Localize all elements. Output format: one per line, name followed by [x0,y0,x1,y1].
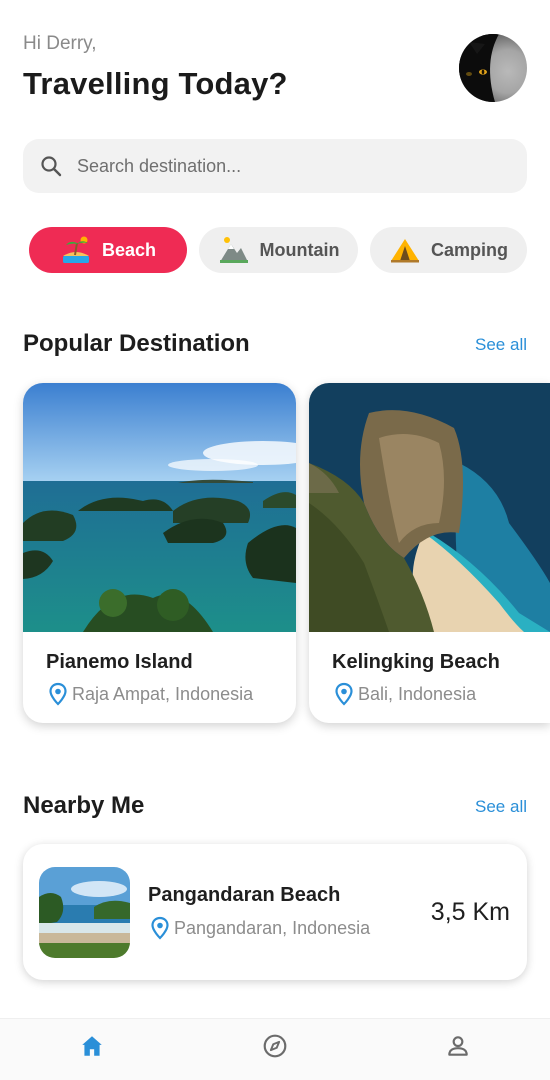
destination-name: Kelingking Beach [332,651,500,673]
destination-location-text: Bali, Indonesia [358,683,477,704]
nearby-see-all-link[interactable]: See all [475,797,527,817]
category-chip-beach[interactable]: Beach [29,227,187,273]
nearby-name: Pangandaran Beach [148,884,341,906]
search-bar[interactable] [23,139,527,193]
home-screen: Hi Derry, Travelling Today? Search desti… [0,0,550,1080]
nearby-location-text: Pangandaran, Indonesia [174,917,371,938]
destination-name: Pianemo Island [46,651,193,673]
category-chip-mountain[interactable]: Mountain [199,227,358,273]
nearby-distance: 3,5 Km [430,898,510,926]
popular-see-all-link[interactable]: See all [475,335,527,355]
category-label: Mountain [259,239,340,260]
destination-image [309,383,550,632]
avatar[interactable] [459,34,527,102]
mountain-icon [218,234,250,266]
category-chip-camping[interactable]: Camping [370,227,527,273]
nearby-card[interactable]: Pangandaran Beach Pangandaran, Indonesia… [23,844,527,980]
location-pin-icon [334,682,354,706]
destination-location: Bali, Indonesia [334,682,476,706]
destination-image [23,383,296,632]
compass-icon [263,1034,287,1058]
location-pin-icon [150,916,170,940]
nav-profile[interactable] [443,1031,473,1061]
nav-explore[interactable] [260,1031,290,1061]
beach-icon [60,234,92,266]
destination-location-text: Raja Ampat, Indonesia [72,683,254,704]
search-input[interactable] [77,155,477,177]
page-title: Travelling Today? [23,66,288,101]
destination-card[interactable]: Kelingking Beach Bali, Indonesia [309,383,550,723]
bottom-navigation [0,1018,550,1080]
greeting-text: Hi Derry, [23,33,97,54]
location-pin-icon [48,682,68,706]
tent-icon [389,234,421,266]
destination-card[interactable]: Pianemo Island Raja Ampat, Indonesia [23,383,296,723]
nav-home[interactable] [77,1031,107,1061]
destination-location: Raja Ampat, Indonesia [48,682,253,706]
category-label: Beach [101,239,157,260]
nearby-section-title: Nearby Me [23,792,145,819]
popular-section-title: Popular Destination [23,330,250,357]
category-label: Camping [430,239,508,260]
nearby-location: Pangandaran, Indonesia [150,916,370,940]
search-icon [39,154,63,178]
nearby-image [39,867,130,958]
home-icon [82,1036,102,1056]
black-cat-avatar-icon [459,34,499,102]
user-icon [448,1036,468,1056]
